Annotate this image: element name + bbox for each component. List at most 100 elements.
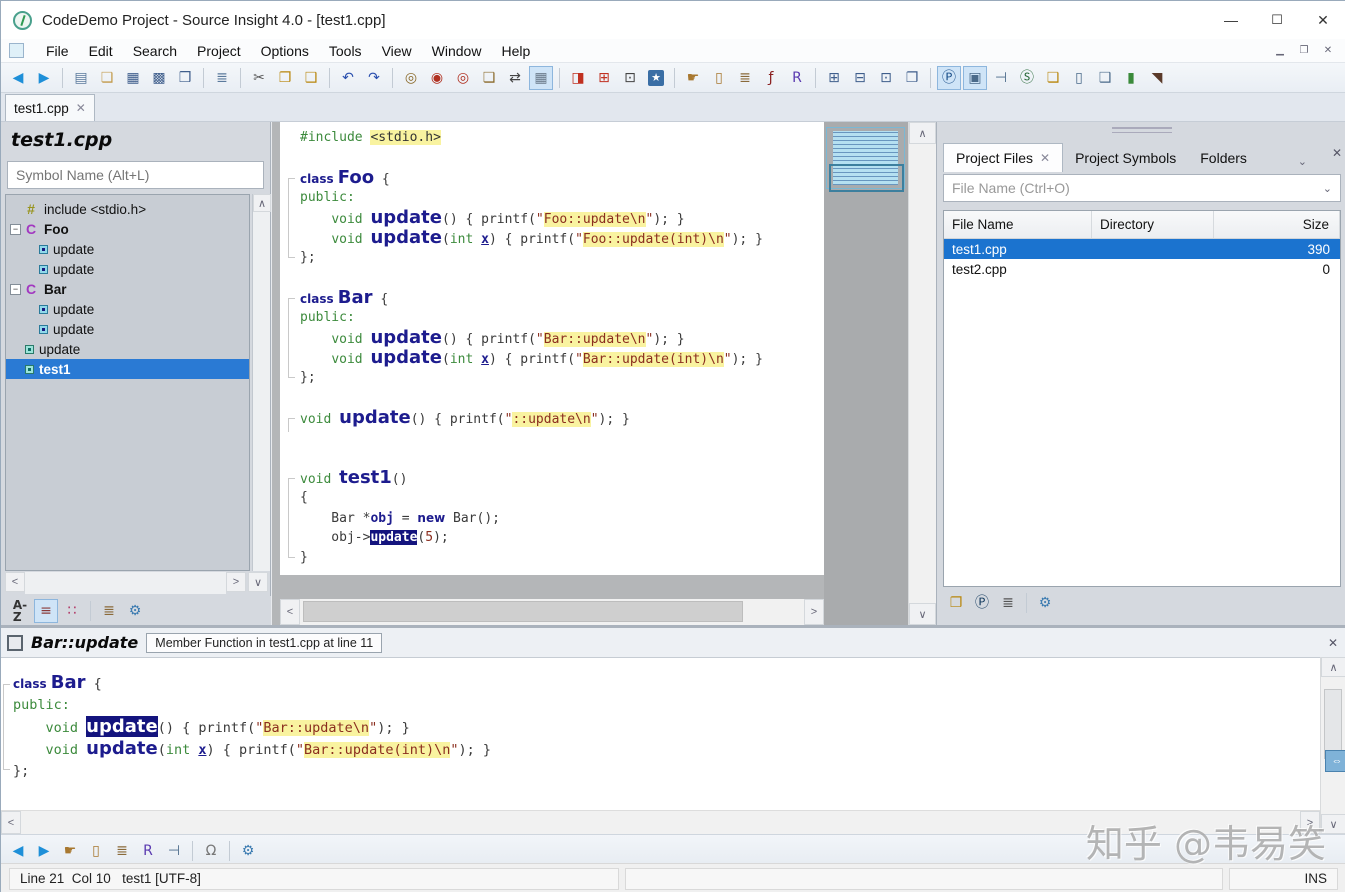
relation-tree-button[interactable]: ⊣: [989, 66, 1013, 90]
document-icon[interactable]: [9, 43, 24, 58]
file-list-button[interactable]: ≣: [996, 591, 1020, 615]
scroll-right-icon[interactable]: >: [226, 572, 246, 592]
column-header-file-name[interactable]: File Name: [944, 211, 1092, 238]
nav-forward-button[interactable]: ▶: [32, 66, 56, 90]
context-vertical-scrollbar[interactable]: ∧ ⇔ ∨: [1320, 657, 1345, 834]
file-row-test2-cpp[interactable]: test2.cpp 0: [944, 259, 1340, 279]
ctx-jump-button[interactable]: ☛: [58, 839, 82, 863]
mdi-restore-button[interactable]: ❐: [1292, 41, 1316, 59]
editor-document[interactable]: #include <stdio.h> class Foo {public: vo…: [280, 122, 824, 575]
chevron-down-icon[interactable]: ⌄: [1290, 151, 1315, 172]
window-split-button[interactable]: ⊡: [874, 66, 898, 90]
tree-item-update[interactable]: update: [6, 319, 249, 339]
expand-collapse-icon[interactable]: −: [10, 283, 21, 295]
ctx-settings-button[interactable]: ⚙: [236, 839, 260, 863]
references-button[interactable]: ≣: [733, 66, 757, 90]
editor-horizontal-scrollbar[interactable]: < >: [280, 599, 824, 625]
chevron-down-icon[interactable]: ⌄: [1323, 182, 1332, 195]
scroll-up-icon[interactable]: ∧: [1321, 657, 1345, 677]
tab-folders[interactable]: Folders: [1188, 143, 1259, 172]
minimap-thumbnail[interactable]: [826, 127, 905, 192]
ctx-back-button[interactable]: ◀: [6, 839, 30, 863]
new-file-button[interactable]: ▤: [69, 66, 93, 90]
context-code-view[interactable]: class Bar {public: void update() { print…: [1, 657, 1320, 810]
function-list-button[interactable]: ƒ: [759, 66, 783, 90]
menu-project[interactable]: Project: [187, 39, 251, 63]
search-project-button[interactable]: ▦: [529, 65, 553, 90]
scroll-down-icon[interactable]: ∨: [248, 572, 268, 592]
ctx-relation-button[interactable]: R: [136, 839, 160, 863]
save-all-button[interactable]: ❒: [173, 66, 197, 90]
browse-book-button[interactable]: ≣: [97, 599, 121, 623]
search-files-button[interactable]: ❏: [477, 66, 501, 90]
context-window-button[interactable]: ▣: [963, 65, 987, 90]
menu-help[interactable]: Help: [491, 39, 540, 63]
panel-settings-button[interactable]: ⚙: [123, 599, 147, 623]
view-list-button[interactable]: ≡: [34, 598, 58, 623]
tree-vertical-scrollbar[interactable]: ∧: [252, 194, 271, 571]
context-close-icon[interactable]: ✕: [1328, 636, 1338, 650]
editor-overview-strip[interactable]: [824, 122, 909, 625]
symbol-search-input[interactable]: [7, 161, 264, 189]
replace-button[interactable]: ⇄: [503, 66, 527, 90]
file-name-combobox[interactable]: File Name (Ctrl+O) ⌄: [943, 174, 1341, 202]
context-jump-button[interactable]: ☛: [681, 66, 705, 90]
project-file-browser-button[interactable]: ❏: [1041, 66, 1065, 90]
open-file-button[interactable]: ❏: [95, 66, 119, 90]
scroll-right-icon[interactable]: >: [804, 599, 824, 625]
scroll-left-icon[interactable]: <: [280, 599, 300, 625]
window-horizontal-button[interactable]: ⊟: [848, 66, 872, 90]
symbol-window-button[interactable]: Ⓢ: [1015, 66, 1039, 90]
window-tile-button[interactable]: ⊞: [822, 66, 846, 90]
minimap-viewport[interactable]: [829, 164, 904, 192]
splitter-grab-icon[interactable]: ⇔: [1325, 750, 1345, 772]
save-button[interactable]: ▦: [121, 66, 145, 90]
nav-back-button[interactable]: ◀: [6, 66, 30, 90]
jump-to-definition-button[interactable]: ⊞: [592, 66, 616, 90]
mdi-close-button[interactable]: ✕: [1316, 41, 1340, 59]
file-row-test1-cpp[interactable]: test1.cpp 390: [944, 239, 1340, 259]
ctx-forward-button[interactable]: ▶: [32, 839, 56, 863]
menu-file[interactable]: File: [36, 39, 79, 63]
clip-window-button[interactable]: ❑: [1093, 66, 1117, 90]
window-cascade-button[interactable]: ❐: [900, 66, 924, 90]
view-members-button[interactable]: ∷: [60, 599, 84, 623]
scroll-up-icon[interactable]: ∧: [909, 122, 936, 144]
menu-edit[interactable]: Edit: [79, 39, 123, 63]
tree-item-update[interactable]: update: [6, 299, 249, 319]
tree-horizontal-scrollbar[interactable]: < > ∨: [5, 572, 268, 594]
menu-options[interactable]: Options: [251, 39, 319, 63]
browse-symbols-button[interactable]: ▯: [707, 66, 731, 90]
redo-button[interactable]: ↷: [362, 66, 386, 90]
tab-project-symbols[interactable]: Project Symbols: [1063, 143, 1188, 172]
column-header-directory[interactable]: Directory: [1092, 211, 1214, 238]
ctx-browse-button[interactable]: ▯: [84, 839, 108, 863]
cut-button[interactable]: ✂: [247, 66, 271, 90]
scroll-left-icon[interactable]: <: [5, 572, 25, 592]
search-backward-button[interactable]: ◎: [451, 66, 475, 90]
scroll-left-icon[interactable]: <: [1, 811, 21, 834]
save-as-button[interactable]: ▩: [147, 66, 171, 90]
maximize-button[interactable]: ☐: [1254, 1, 1300, 39]
help-browser-button[interactable]: ▯: [1067, 66, 1091, 90]
column-header-size[interactable]: Size: [1214, 211, 1340, 238]
tree-item-update[interactable]: update: [6, 239, 249, 259]
editor-vertical-scrollbar[interactable]: ∧ ∨: [908, 122, 936, 625]
macro-run-button[interactable]: ◥: [1145, 66, 1169, 90]
ctx-tree-button[interactable]: ⊣: [162, 839, 186, 863]
search-button[interactable]: ◎: [399, 66, 423, 90]
project-window-button[interactable]: Ⓟ: [937, 65, 961, 90]
tab-test1-cpp[interactable]: test1.cpp ✕: [5, 94, 95, 121]
copy-button[interactable]: ❐: [273, 66, 297, 90]
toggle-pane-button[interactable]: ⊡: [618, 66, 642, 90]
tree-item-update[interactable]: update: [6, 339, 249, 359]
ctx-references-button[interactable]: ≣: [110, 839, 134, 863]
bookmark-button[interactable]: ★: [644, 66, 668, 90]
code-editor[interactable]: #include <stdio.h> class Foo {public: vo…: [271, 122, 936, 625]
search-forward-button[interactable]: ◉: [425, 66, 449, 90]
relation-window-button[interactable]: R: [785, 66, 809, 90]
close-button[interactable]: ✕: [1300, 1, 1345, 39]
panel-close-icon[interactable]: ✕: [1332, 146, 1342, 160]
minimize-button[interactable]: —: [1208, 1, 1254, 39]
compile-window-button[interactable]: ▮: [1119, 66, 1143, 90]
